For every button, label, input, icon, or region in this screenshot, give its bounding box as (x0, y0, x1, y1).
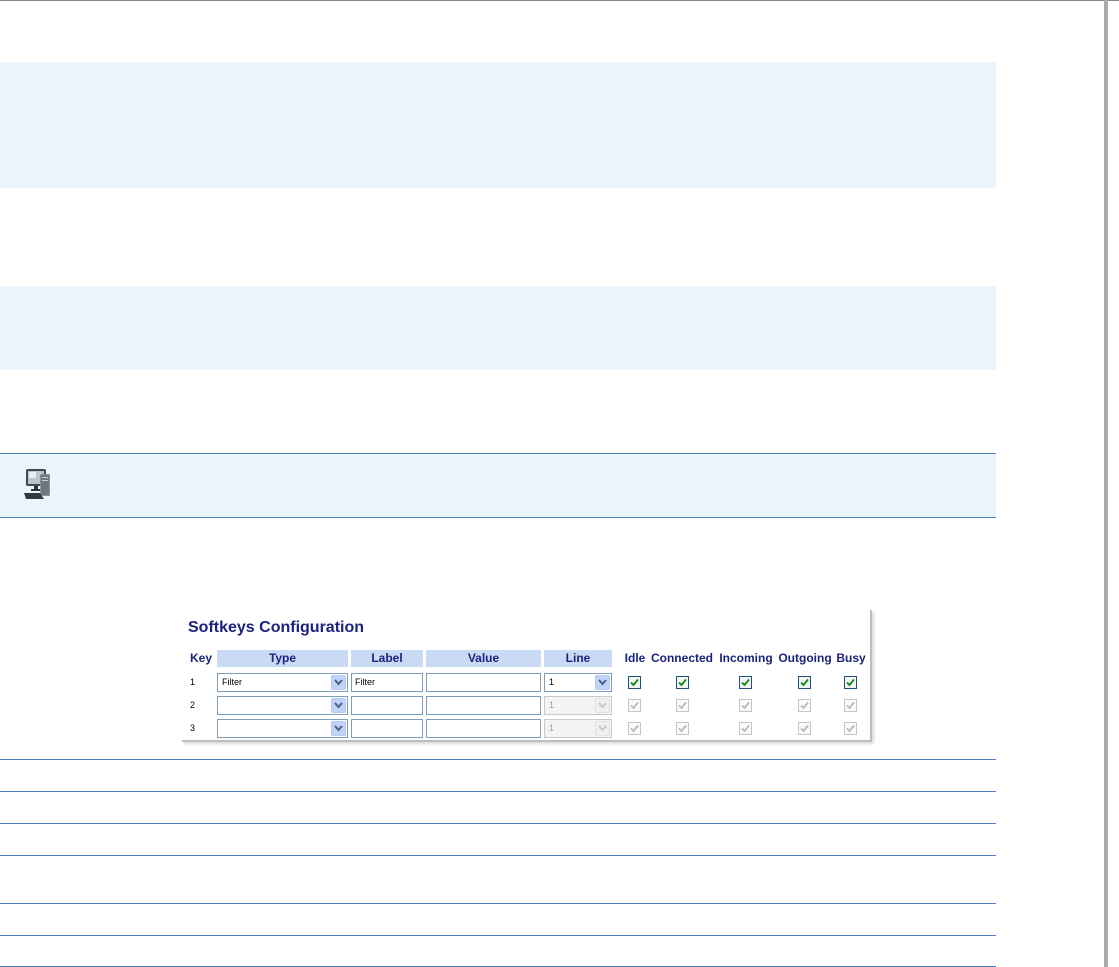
idle-checkbox (628, 722, 641, 735)
outgoing-checkbox (798, 722, 811, 735)
key-number: 1 (190, 677, 196, 687)
idle-checkbox (628, 699, 641, 712)
outgoing-checkbox (798, 699, 811, 712)
label-input[interactable] (351, 696, 423, 715)
type-select[interactable]: Filter (217, 673, 348, 692)
table-rule (0, 935, 996, 936)
outgoing-checkbox[interactable] (798, 676, 811, 689)
chevron-down-icon[interactable] (331, 698, 346, 713)
busy-checkbox (844, 722, 857, 735)
note-box (0, 453, 996, 518)
type-select[interactable] (217, 696, 348, 715)
table-rule (0, 855, 996, 856)
incoming-checkbox (739, 699, 752, 712)
panel-title: Softkeys Configuration (188, 619, 365, 636)
chevron-down-icon[interactable] (331, 721, 346, 736)
type-select[interactable] (217, 719, 348, 738)
idle-checkbox[interactable] (628, 676, 641, 689)
column-header-outgoing: Outgoing (778, 651, 832, 665)
table-rule (0, 791, 996, 792)
label-input[interactable]: Filter (351, 673, 423, 692)
table-rule (0, 903, 996, 904)
chevron-down-icon (595, 721, 610, 736)
busy-checkbox[interactable] (844, 676, 857, 689)
chevron-down-icon[interactable] (595, 675, 610, 690)
line-value: 1 (549, 700, 555, 710)
table-rule (0, 759, 996, 760)
line-select[interactable]: 1 (544, 673, 612, 692)
connected-checkbox (676, 722, 689, 735)
computer-icon (20, 466, 56, 502)
label-input[interactable] (351, 719, 423, 738)
column-header-label: Label (351, 650, 423, 667)
line-select: 1 (544, 719, 612, 738)
connected-checkbox[interactable] (676, 676, 689, 689)
value-input[interactable] (426, 719, 541, 738)
column-header-line: Line (544, 650, 612, 667)
value-input[interactable] (426, 696, 541, 715)
type-value: Filter (222, 677, 242, 687)
incoming-checkbox[interactable] (739, 676, 752, 689)
key-number: 2 (190, 700, 196, 710)
shaded-block (0, 286, 996, 370)
chevron-down-icon (595, 698, 610, 713)
chevron-down-icon[interactable] (331, 675, 346, 690)
column-header-type: Type (217, 650, 348, 667)
line-value: 1 (549, 723, 555, 733)
shaded-block (0, 62, 996, 188)
key-number: 3 (190, 723, 196, 733)
column-header-key: Key (189, 651, 212, 665)
softkeys-configuration-panel: Softkeys Configuration Key Type Label Va… (182, 610, 872, 742)
line-select: 1 (544, 696, 612, 715)
busy-checkbox (844, 699, 857, 712)
top-rule (0, 0, 1119, 1)
column-header-connected: Connected (650, 651, 713, 665)
line-value: 1 (549, 677, 555, 687)
column-header-idle: Idle (624, 651, 646, 665)
column-header-incoming: Incoming (719, 651, 773, 665)
connected-checkbox (676, 699, 689, 712)
column-header-value: Value (426, 650, 541, 667)
table-rule (0, 823, 996, 824)
margin-bar (1104, 0, 1108, 967)
incoming-checkbox (739, 722, 752, 735)
value-input[interactable] (426, 673, 541, 692)
column-header-busy: Busy (836, 651, 866, 665)
